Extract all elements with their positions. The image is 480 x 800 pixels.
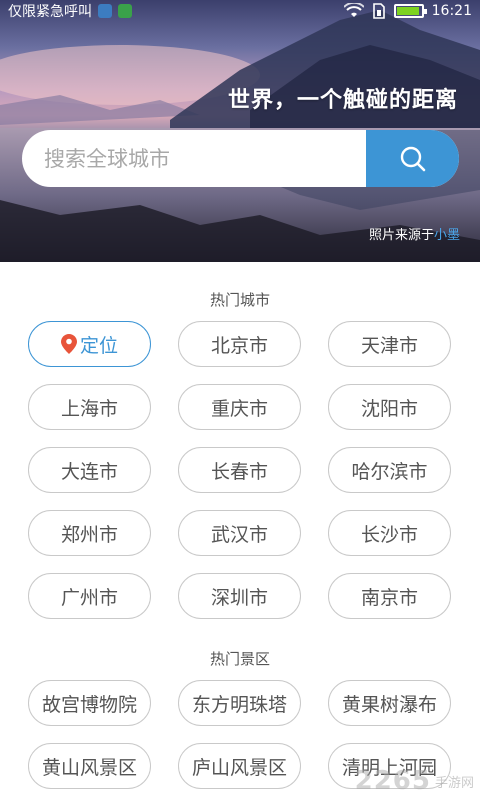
hero-slogan: 世界，一个触碰的距离 <box>227 88 458 113</box>
hot-cities-grid: 定位 北京市 天津市 上海市 重庆市 沈阳市 大连市 长春市 哈尔滨市 郑州市 … <box>28 321 452 619</box>
city-chip[interactable]: 郑州市 <box>28 510 151 556</box>
city-chip[interactable]: 广州市 <box>28 573 151 619</box>
city-chip[interactable]: 沈阳市 <box>328 384 451 430</box>
scenic-chip[interactable]: 黄山风景区 <box>28 743 151 789</box>
city-chip[interactable]: 南京市 <box>328 573 451 619</box>
search-bar <box>22 130 459 187</box>
search-input[interactable] <box>22 130 366 187</box>
hero-banner: 仅限紧急呼叫 16:21 世界，一个触碰的距离 照片 <box>0 0 480 262</box>
hot-scenic-title: 热门景区 <box>209 650 270 668</box>
watermark-logo: 2265 <box>354 766 431 796</box>
city-chip[interactable]: 长沙市 <box>328 510 451 556</box>
watermark: 2265 手游网 <box>355 766 474 796</box>
locate-button[interactable]: 定位 <box>28 321 151 367</box>
scenic-chip[interactable]: 故宫博物院 <box>28 680 151 726</box>
scenic-chip[interactable]: 黄果树瀑布 <box>328 680 451 726</box>
status-bar: 仅限紧急呼叫 16:21 <box>0 0 480 22</box>
city-chip[interactable]: 大连市 <box>28 447 151 493</box>
clock: 16:21 <box>431 3 472 19</box>
city-chip[interactable]: 天津市 <box>328 321 451 367</box>
search-button[interactable] <box>366 130 459 187</box>
photo-credit-author[interactable]: 小墨 <box>434 228 460 243</box>
search-icon <box>400 146 425 171</box>
city-chip[interactable]: 上海市 <box>28 384 151 430</box>
scenic-chip[interactable]: 庐山风景区 <box>178 743 301 789</box>
wifi-icon <box>343 3 364 17</box>
city-chip[interactable]: 哈尔滨市 <box>328 447 451 493</box>
battery-icon <box>393 4 427 18</box>
watermark-sub: 手游网 <box>434 775 474 791</box>
carrier-text: 仅限紧急呼叫 <box>8 4 92 20</box>
photo-credit-prefix: 照片来源于 <box>368 228 434 243</box>
app-notification-icon <box>118 4 132 18</box>
sim-icon <box>372 3 385 19</box>
city-chip[interactable]: 重庆市 <box>178 384 301 430</box>
location-pin-icon <box>60 334 77 354</box>
city-chip[interactable]: 北京市 <box>178 321 301 367</box>
city-chip[interactable]: 武汉市 <box>178 510 301 556</box>
scenic-chip[interactable]: 东方明珠塔 <box>178 680 301 726</box>
hot-cities-title: 热门城市 <box>209 291 270 309</box>
city-chip[interactable]: 长春市 <box>178 447 301 493</box>
city-chip[interactable]: 深圳市 <box>178 573 301 619</box>
photo-credit: 照片来源于小墨 <box>369 224 460 243</box>
locate-label: 定位 <box>79 334 118 357</box>
notification-icon <box>98 4 112 18</box>
